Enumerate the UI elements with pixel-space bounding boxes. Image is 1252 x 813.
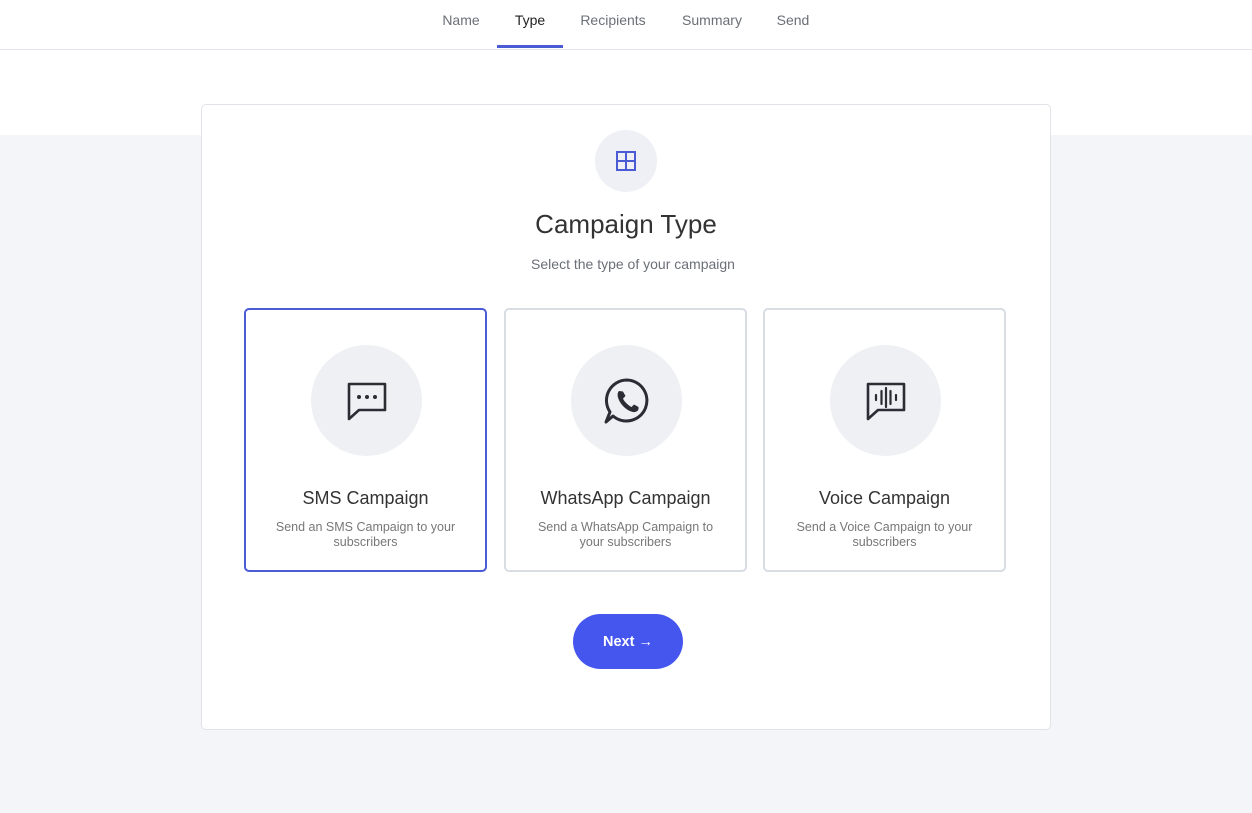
tab-type[interactable]: Type	[497, 0, 563, 49]
option-voice-campaign[interactable]: Voice Campaign Send a Voice Campaign to …	[763, 308, 1006, 572]
page-title: Campaign Type	[535, 209, 717, 239]
option-whatsapp-campaign[interactable]: WhatsApp Campaign Send a WhatsApp Campai…	[504, 308, 747, 572]
option-sms-campaign[interactable]: SMS Campaign Send an SMS Campaign to you…	[244, 308, 487, 572]
next-button[interactable]: Next →	[573, 614, 683, 669]
grid-icon	[616, 151, 636, 171]
option-title: Voice Campaign	[818, 488, 951, 508]
option-title: WhatsApp Campaign	[540, 488, 711, 508]
tab-name[interactable]: Name	[433, 0, 489, 49]
header-icon-badge	[595, 130, 657, 192]
voice-message-icon	[866, 382, 905, 420]
option-description: Send an SMS Campaign to your subscribers	[275, 520, 456, 549]
option-title: SMS Campaign	[302, 488, 429, 508]
option-icon-circle	[311, 345, 422, 456]
option-description: Send a Voice Campaign to your subscriber…	[796, 520, 973, 549]
message-dots-icon	[347, 382, 386, 420]
tab-send[interactable]: Send	[770, 0, 816, 49]
tab-summary[interactable]: Summary	[672, 0, 752, 49]
active-tab-indicator	[497, 45, 563, 48]
option-icon-circle	[830, 345, 941, 456]
page-subtitle: Select the type of your campaign	[531, 256, 735, 272]
tab-recipients[interactable]: Recipients	[571, 0, 655, 49]
option-icon-circle	[571, 345, 682, 456]
whatsapp-icon	[604, 377, 648, 423]
option-description: Send a WhatsApp Campaign to your subscri…	[537, 520, 714, 549]
step-tabs: Name Type Recipients Summary Send	[0, 0, 1252, 50]
campaign-type-card: Campaign Type Select the type of your ca…	[201, 104, 1051, 730]
